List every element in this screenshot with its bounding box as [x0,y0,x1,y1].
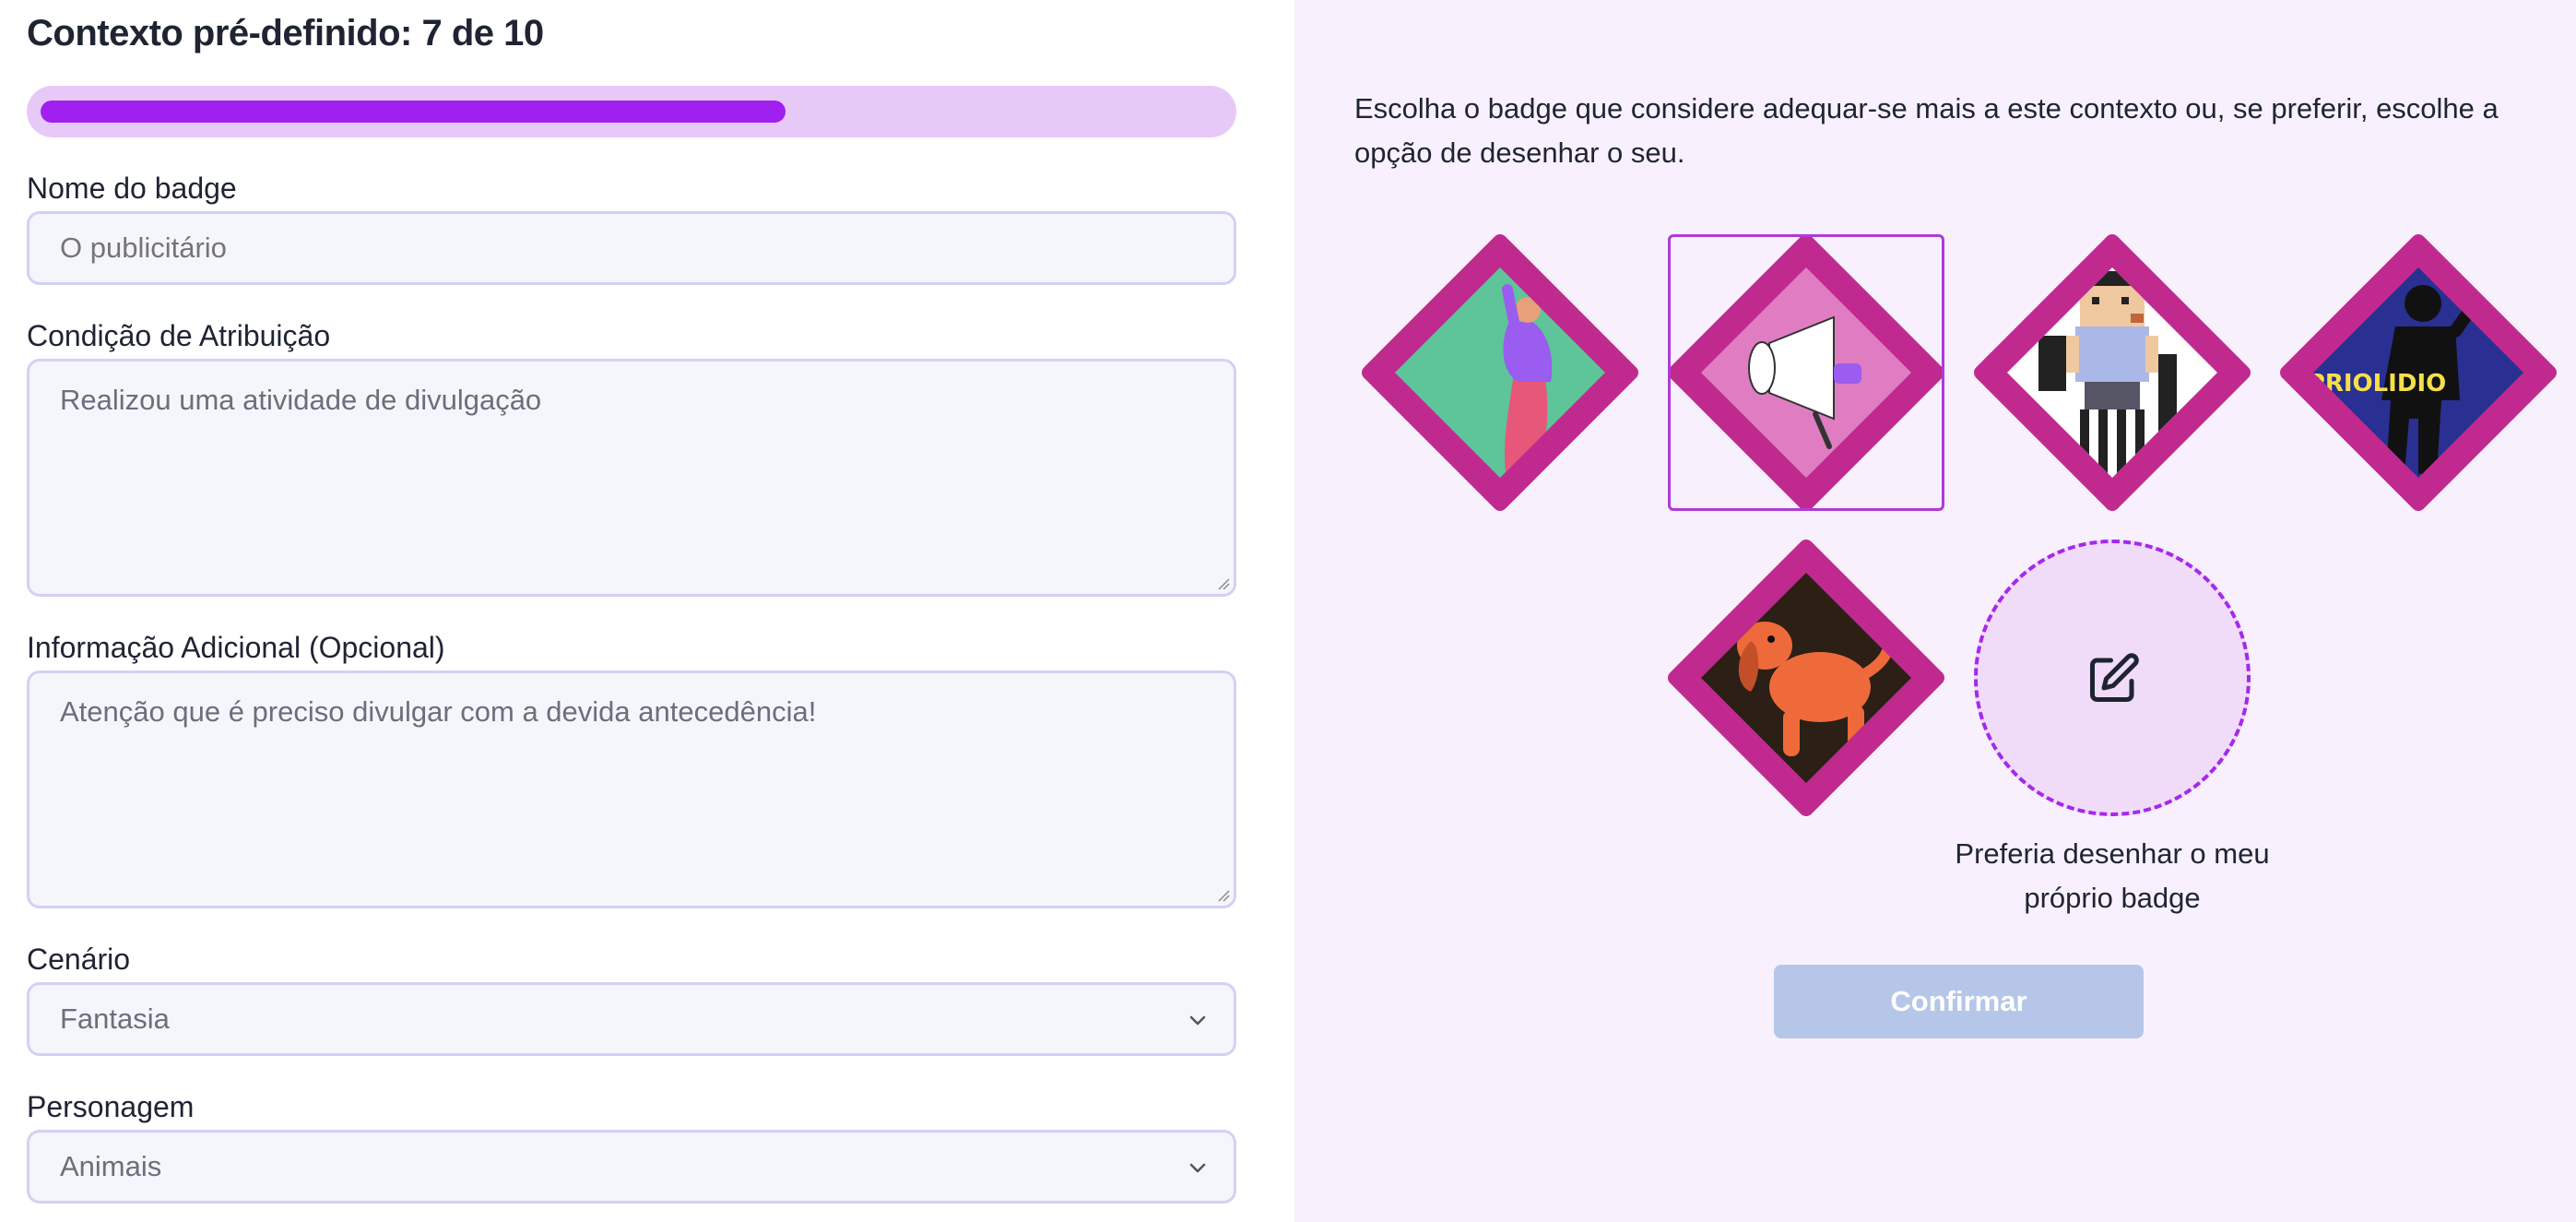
scenario-select[interactable]: Fantasia [27,982,1236,1056]
progress-bar-fill [41,101,786,123]
resize-grip-icon[interactable] [1217,889,1230,902]
badge-option-pixel-character[interactable] [1974,234,2251,511]
badge-name-input[interactable] [27,211,1236,285]
additional-info-label: Informação Adicional (Opcional) [27,631,445,664]
scenario-value: Fantasia [60,1003,170,1035]
badge-option-dog[interactable] [1668,540,1944,816]
dog-icon [1668,540,1944,816]
condition-textarea[interactable]: Realizou uma atividade de divulgação [27,359,1236,597]
priolidio-icon: PRIOLIDIO [2280,234,2557,511]
chevron-down-icon [1189,1163,1206,1173]
draw-own-caption: Preferia desenhar o meu próprio badge [1955,837,2270,914]
badge-name-label: Nome do badge [27,172,237,205]
progress-bar [27,86,1236,137]
badge-option-megaphone[interactable] [1668,234,1944,511]
confirm-button[interactable]: Confirmar [1774,965,2144,1038]
additional-info-placeholder: Atenção que é preciso divulgar com a dev… [60,695,817,728]
condition-placeholder: Realizou uma atividade de divulgação [60,384,542,416]
character-label: Personagem [27,1090,195,1123]
person-illustration-icon [1362,234,1638,511]
character-select[interactable]: Animais [27,1130,1236,1204]
scenario-label: Cenário [27,943,131,976]
edit-icon [2090,653,2139,702]
additional-info-textarea[interactable]: Atenção que é preciso divulgar com a dev… [27,670,1236,908]
draw-own-badge-button[interactable] [1974,540,2251,816]
character-value: Animais [60,1150,162,1182]
condition-label: Condição de Atribuição [27,319,331,352]
badge-option-person[interactable] [1362,234,1638,511]
instructions-text: Escolha o badge que considere adequar-se… [1354,92,2499,169]
resize-grip-icon[interactable] [1217,577,1230,590]
form-panel: Contexto pré-definido: 7 de 10 Nome do b… [0,0,1294,1222]
badge-option-priolidio[interactable]: PRIOLIDIO [2280,234,2557,511]
chevron-down-icon [1189,1015,1206,1026]
megaphone-icon [1668,234,1944,511]
page-title: Contexto pré-definido: 7 de 10 [27,13,544,53]
pixel-character-icon [1974,234,2251,511]
